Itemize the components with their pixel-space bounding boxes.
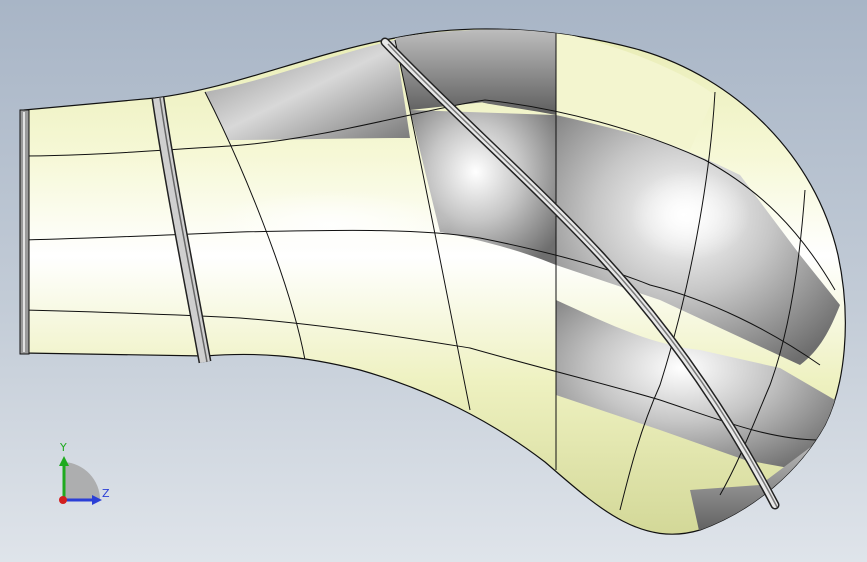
y-axis-label: Y — [60, 441, 67, 454]
pipe-end-flange — [19, 109, 30, 355]
metal-patch-top-left — [205, 40, 410, 140]
duct-elbow-model[interactable] — [0, 0, 867, 562]
y-axis-arrowhead — [59, 456, 69, 466]
specular-highlight-left — [210, 190, 450, 260]
specular-highlight-right — [630, 170, 750, 260]
z-axis-label: Z — [102, 487, 110, 500]
triad-sector — [64, 462, 101, 500]
x-axis-dot — [59, 496, 67, 504]
graphics-viewport[interactable]: Y Z — [0, 0, 867, 562]
coordinate-triad: Y Z — [42, 438, 122, 518]
